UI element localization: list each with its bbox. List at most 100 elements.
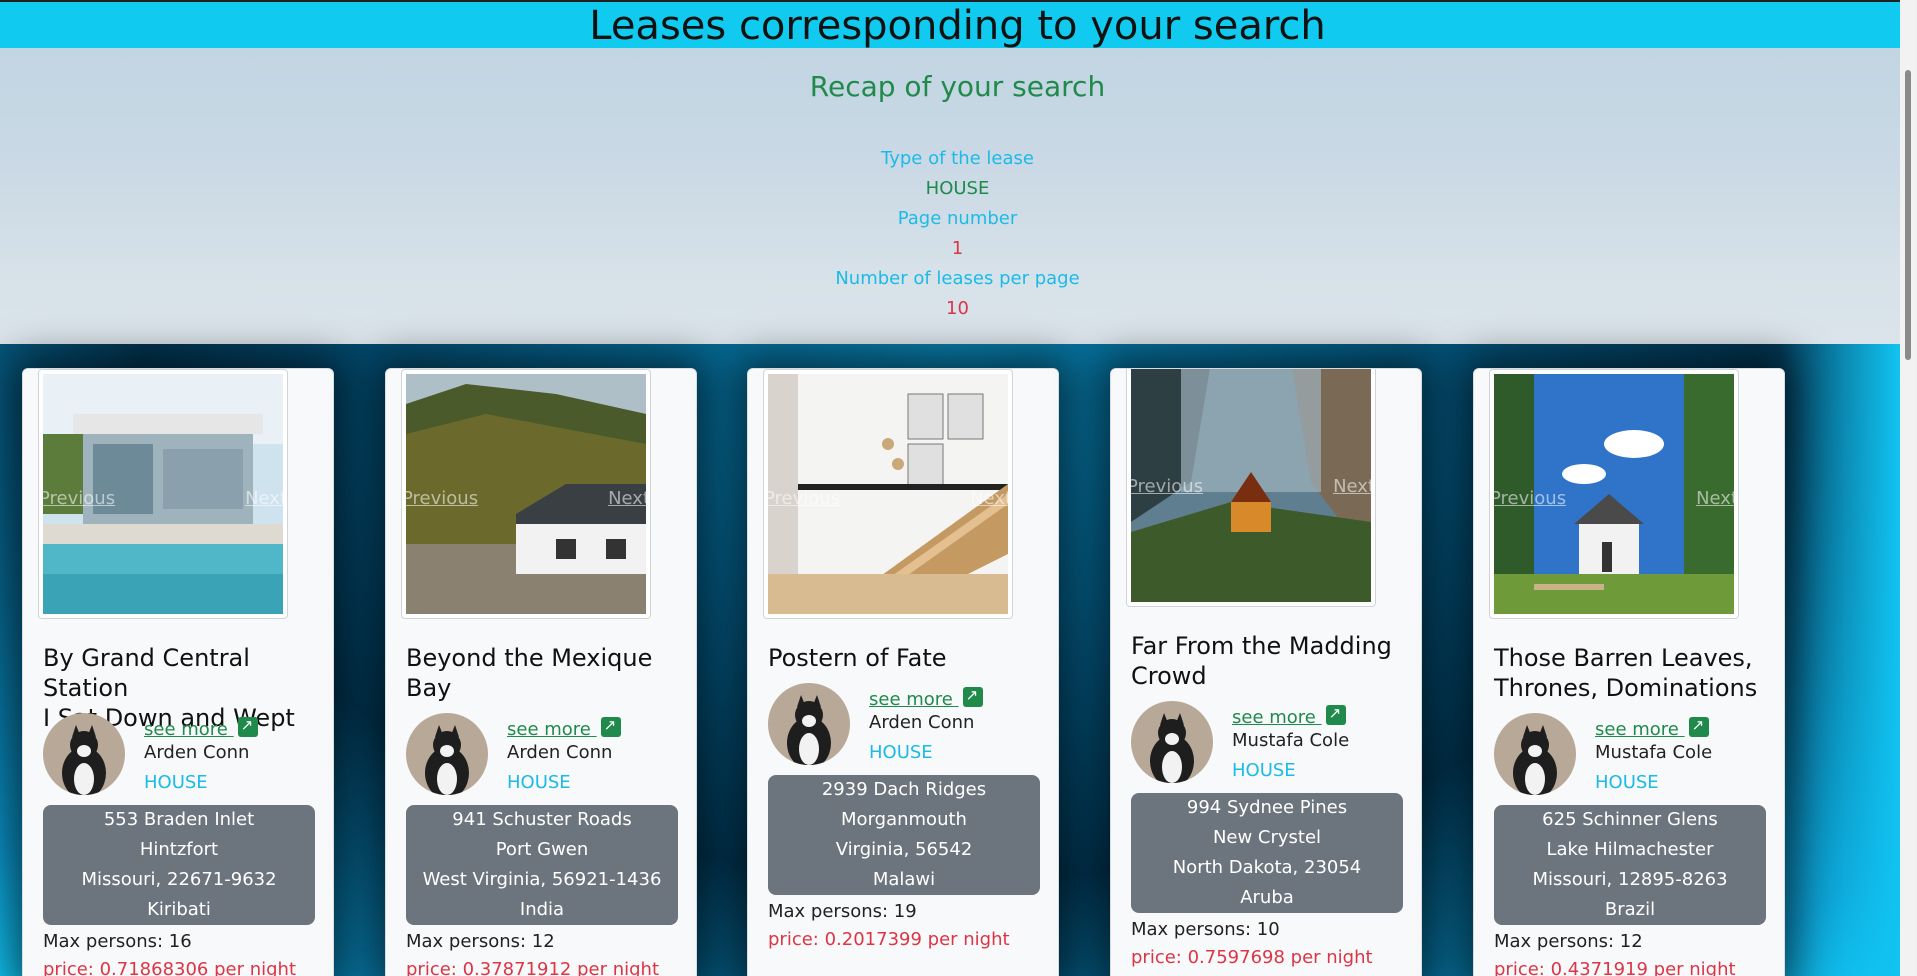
address-city: Port Gwen bbox=[495, 839, 589, 860]
lease-card: Previous Next Those Barren Leaves, Thron… bbox=[1473, 368, 1785, 976]
recap-title: Recap of your search bbox=[809, 70, 1106, 103]
owner-name: Mustafa Cole bbox=[1595, 742, 1713, 763]
see-more-label[interactable]: see more bbox=[507, 719, 591, 740]
max-persons: Max persons: 16 bbox=[43, 931, 192, 952]
avatar bbox=[768, 683, 850, 765]
page-title: Leases corresponding to your search bbox=[589, 3, 1326, 49]
leases-per-page-label: Number of leases per page bbox=[835, 268, 1080, 289]
address-state-zip: Missouri, 12895-8263 bbox=[1532, 869, 1728, 890]
lease-title: Postern of Fate bbox=[768, 643, 1048, 673]
lease-photo-carousel: Previous Next bbox=[1126, 369, 1376, 607]
carousel-previous-button[interactable]: Previous bbox=[764, 488, 840, 509]
max-persons: Max persons: 12 bbox=[1494, 931, 1643, 952]
leases-per-page-value: 10 bbox=[946, 298, 969, 319]
lease-type-label: Type of the lease bbox=[881, 148, 1034, 169]
owner-name: Arden Conn bbox=[507, 742, 613, 763]
address-state-zip: Missouri, 22671-9632 bbox=[81, 869, 277, 890]
external-link-icon[interactable] bbox=[237, 716, 258, 737]
address-box: 941 Schuster Roads Port Gwen West Virgin… bbox=[406, 805, 678, 925]
lease-title-line: By Grand Central Station bbox=[43, 644, 250, 702]
max-persons: Max persons: 10 bbox=[1131, 919, 1280, 940]
carousel-next-button[interactable]: Next bbox=[1333, 476, 1375, 497]
see-more-label[interactable]: see more bbox=[1595, 719, 1679, 740]
lease-type: HOUSE bbox=[507, 772, 571, 793]
address-country: Kiribati bbox=[147, 899, 211, 920]
lease-type: HOUSE bbox=[1595, 772, 1659, 793]
address-state-zip: West Virginia, 56921-1436 bbox=[422, 869, 662, 890]
address-street: 994 Sydnee Pines bbox=[1186, 797, 1348, 818]
see-more-link[interactable]: see more bbox=[507, 716, 621, 740]
page-scrollbar[interactable] bbox=[1900, 0, 1917, 976]
carousel-next-button[interactable]: Next bbox=[970, 488, 1012, 509]
see-more-link[interactable]: see more bbox=[869, 686, 983, 710]
external-link-icon[interactable] bbox=[962, 686, 983, 707]
price: price: 0.4371919 per night bbox=[1494, 959, 1736, 976]
address-city: Morganmouth bbox=[841, 809, 967, 830]
see-more-label[interactable]: see more bbox=[1232, 707, 1316, 728]
lease-title-line: Those Barren Leaves, bbox=[1494, 644, 1753, 672]
address-state-zip: Virginia, 56542 bbox=[835, 839, 973, 860]
see-more-label[interactable]: see more bbox=[144, 719, 228, 740]
price: price: 0.7597698 per night bbox=[1131, 947, 1373, 968]
address-city: Hintzfort bbox=[139, 839, 219, 860]
lease-type: HOUSE bbox=[144, 772, 208, 793]
avatar bbox=[406, 713, 488, 795]
owner-name: Arden Conn bbox=[144, 742, 250, 763]
page-number-value: 1 bbox=[951, 238, 964, 259]
lease-type: HOUSE bbox=[1232, 760, 1296, 781]
lease-type-value: HOUSE bbox=[925, 178, 990, 199]
address-country: India bbox=[519, 899, 565, 920]
carousel-next-button[interactable]: Next bbox=[245, 488, 287, 509]
lease-title-line: Thrones, Dominations bbox=[1494, 674, 1758, 702]
external-link-icon[interactable] bbox=[1688, 716, 1709, 737]
external-link-icon[interactable] bbox=[600, 716, 621, 737]
address-street: 553 Braden Inlet bbox=[103, 809, 255, 830]
address-box: 625 Schinner Glens Lake Hilmachester Mis… bbox=[1494, 805, 1766, 925]
lease-title: Those Barren Leaves, Thrones, Domination… bbox=[1494, 643, 1774, 703]
price: price: 0.71868306 per night bbox=[43, 959, 297, 976]
address-country: Brazil bbox=[1604, 899, 1656, 920]
carousel-previous-button[interactable]: Previous bbox=[402, 488, 478, 509]
address-box: 553 Braden Inlet Hintzfort Missouri, 226… bbox=[43, 805, 315, 925]
lease-title: Far From the Madding Crowd bbox=[1131, 631, 1411, 691]
external-link-icon[interactable] bbox=[1325, 704, 1346, 725]
see-more-link[interactable]: see more bbox=[1595, 716, 1709, 740]
lease-title-line: Crowd bbox=[1131, 662, 1207, 690]
address-country: Malawi bbox=[872, 869, 936, 890]
avatar bbox=[1494, 713, 1576, 795]
scrollbar-thumb[interactable] bbox=[1905, 70, 1911, 360]
address-street: 2939 Dach Ridges bbox=[821, 779, 987, 800]
address-state-zip: North Dakota, 23054 bbox=[1172, 857, 1362, 878]
avatar bbox=[43, 713, 125, 795]
owner-name: Arden Conn bbox=[869, 712, 975, 733]
address-street: 625 Schinner Glens bbox=[1542, 809, 1718, 830]
price: price: 0.2017399 per night bbox=[768, 929, 1010, 950]
lease-photo-carousel: Previous Next bbox=[401, 369, 651, 619]
page-number-label: Page number bbox=[897, 208, 1018, 229]
lease-card: Previous Next Far From the Madding Crowd… bbox=[1110, 368, 1422, 976]
see-more-link[interactable]: see more bbox=[1232, 704, 1346, 728]
address-box: 2939 Dach Ridges Morganmouth Virginia, 5… bbox=[768, 775, 1040, 895]
lease-photo-carousel: Previous Next bbox=[38, 369, 288, 619]
address-city: New Crystel bbox=[1212, 827, 1322, 848]
address-box: 994 Sydnee Pines New Crystel North Dakot… bbox=[1131, 793, 1403, 913]
address-city: Lake Hilmachester bbox=[1546, 839, 1714, 860]
carousel-next-button[interactable]: Next bbox=[608, 488, 650, 509]
carousel-next-button[interactable]: Next bbox=[1696, 488, 1738, 509]
lease-title-line: Far From the Madding bbox=[1131, 632, 1392, 660]
lease-title-line: Bay bbox=[406, 674, 452, 702]
lease-type: HOUSE bbox=[869, 742, 933, 763]
max-persons: Max persons: 19 bbox=[768, 901, 917, 922]
lease-card: Previous Next Postern of Fate see more A… bbox=[747, 368, 1059, 976]
search-recap: Recap of your search Type of the lease H… bbox=[0, 48, 1900, 344]
address-country: Aruba bbox=[1240, 887, 1294, 908]
carousel-previous-button[interactable]: Previous bbox=[39, 488, 115, 509]
see-more-link[interactable]: see more bbox=[144, 716, 258, 740]
address-street: 941 Schuster Roads bbox=[452, 809, 632, 830]
carousel-previous-button[interactable]: Previous bbox=[1490, 488, 1566, 509]
owner-name: Mustafa Cole bbox=[1232, 730, 1350, 751]
max-persons: Max persons: 12 bbox=[406, 931, 555, 952]
lease-photo-carousel: Previous Next bbox=[763, 369, 1013, 619]
see-more-label[interactable]: see more bbox=[869, 689, 953, 710]
carousel-previous-button[interactable]: Previous bbox=[1127, 476, 1203, 497]
